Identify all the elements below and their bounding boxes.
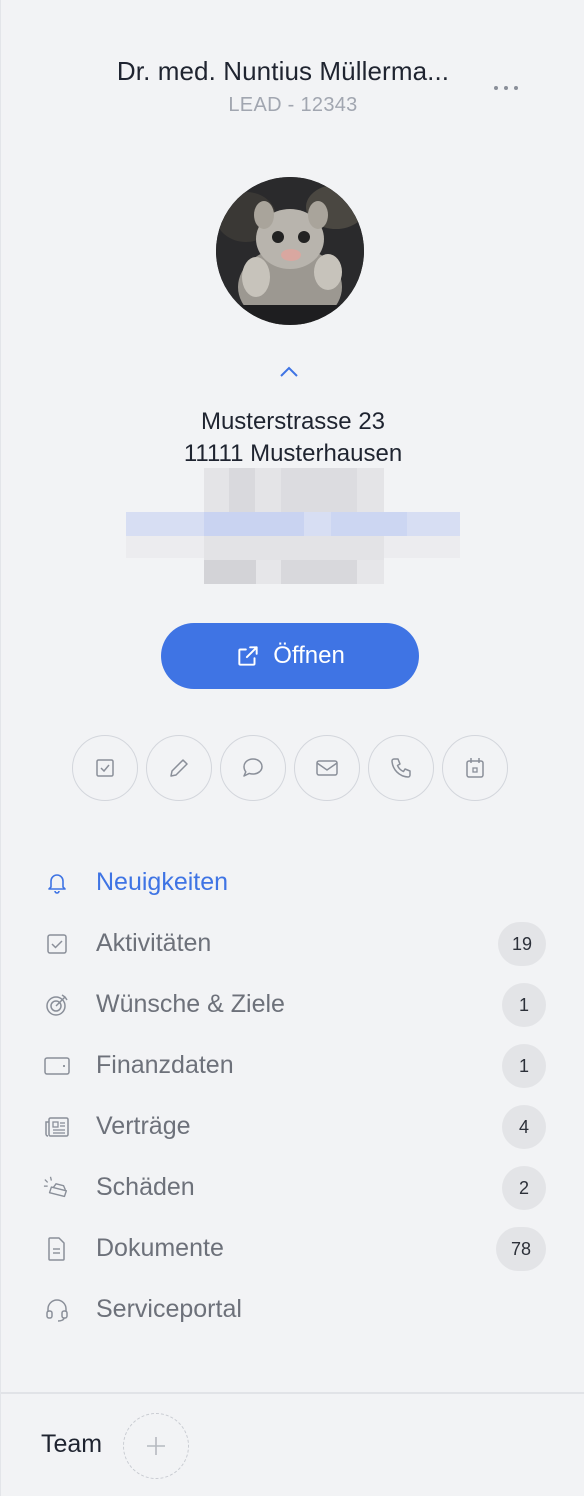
nav-label: Verträge	[96, 1112, 191, 1140]
nav-label: Dokumente	[96, 1234, 224, 1262]
plus-icon	[147, 1437, 165, 1455]
count-badge: 4	[502, 1105, 546, 1149]
more-horizontal-icon	[494, 86, 498, 90]
email-button[interactable]	[294, 735, 360, 801]
phone-icon	[391, 758, 411, 778]
nav-label: Finanzdaten	[96, 1051, 234, 1079]
nav-item-dokumente[interactable]: Dokumente 78	[1, 1225, 584, 1273]
checkbox-icon	[96, 759, 114, 777]
nav-label: Neuigkeiten	[96, 868, 229, 896]
nav-item-schaeden[interactable]: Schäden 2	[1, 1164, 584, 1212]
chat-bubble-icon	[243, 758, 263, 777]
headset-icon	[43, 1298, 71, 1322]
wallet-icon	[43, 1054, 71, 1078]
count-badge: 1	[502, 983, 546, 1027]
nav-item-wuensche-ziele[interactable]: Wünsche & Ziele 1	[1, 981, 584, 1029]
open-button-label: Öffnen	[273, 642, 345, 669]
car-crash-icon	[43, 1176, 71, 1200]
document-icon	[43, 1237, 71, 1261]
avatar[interactable]	[216, 177, 364, 325]
edit-button[interactable]	[146, 735, 212, 801]
checkbox-icon	[43, 932, 71, 956]
pencil-icon	[170, 759, 188, 777]
team-label: Team	[41, 1430, 103, 1458]
count-badge: 1	[502, 1044, 546, 1088]
open-button[interactable]: Öffnen	[161, 623, 419, 689]
chat-button[interactable]	[220, 735, 286, 801]
nav-item-serviceportal[interactable]: Serviceportal	[1, 1286, 584, 1334]
count-badge: 19	[498, 922, 546, 966]
nav-item-vertraege[interactable]: Verträge 4	[1, 1103, 584, 1151]
nav-label: Serviceportal	[96, 1295, 242, 1323]
nav-item-neuigkeiten[interactable]: Neuigkeiten	[1, 859, 584, 907]
address-street: Musterstrasse 23	[200, 408, 386, 435]
count-badge: 78	[496, 1227, 546, 1271]
nav-label: Schäden	[96, 1173, 195, 1201]
envelope-icon	[316, 760, 338, 776]
divider	[1, 1392, 584, 1394]
bell-icon	[43, 871, 71, 895]
contract-icon	[43, 1115, 71, 1139]
target-icon	[43, 993, 71, 1017]
contact-sidebar: Dr. med. Nuntius Müllerma... LEAD - 1234…	[0, 0, 584, 1496]
calendar-icon	[466, 758, 484, 778]
count-badge: 2	[502, 1166, 546, 1210]
add-team-member-button[interactable]	[123, 1413, 189, 1479]
external-link-icon	[238, 646, 258, 666]
nav-label: Aktivitäten	[96, 929, 212, 957]
calendar-button[interactable]	[442, 735, 508, 801]
address-city: 11111 Musterhausen	[183, 440, 403, 467]
phone-button[interactable]	[368, 735, 434, 801]
more-options-button[interactable]	[485, 70, 527, 106]
nav-item-finanzdaten[interactable]: Finanzdaten 1	[1, 1042, 584, 1090]
nav-item-aktivitaeten[interactable]: Aktivitäten 19	[1, 920, 584, 968]
collapse-chevron-button[interactable]	[277, 362, 301, 382]
avatar-image	[216, 177, 364, 325]
chevron-up-icon	[280, 366, 298, 377]
nav-label: Wünsche & Ziele	[96, 990, 285, 1018]
add-task-button[interactable]	[72, 735, 138, 801]
